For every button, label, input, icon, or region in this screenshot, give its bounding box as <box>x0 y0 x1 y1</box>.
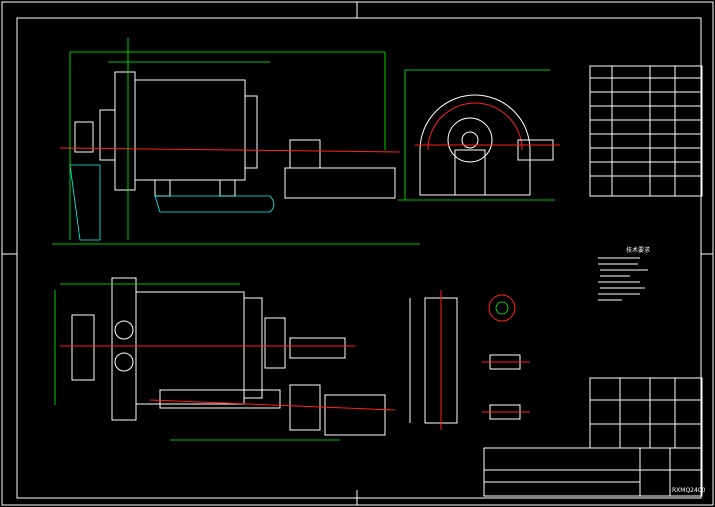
detail-views <box>409 290 530 430</box>
cad-drawing: 技术要求 RXMQ2400 <box>1 1 714 506</box>
title-block: RXMQ2400 <box>483 447 706 497</box>
revision-table <box>589 377 703 449</box>
parts-list <box>589 65 703 197</box>
tech-requirements-title: 技术要求 <box>626 246 650 254</box>
technical-requirements: 技术要求 <box>598 246 650 301</box>
front-view <box>52 38 420 245</box>
plan-view <box>54 277 396 441</box>
drawing-number: RXMQ2400 <box>672 487 706 494</box>
drawing-frame <box>1 1 714 506</box>
side-view <box>398 69 560 201</box>
